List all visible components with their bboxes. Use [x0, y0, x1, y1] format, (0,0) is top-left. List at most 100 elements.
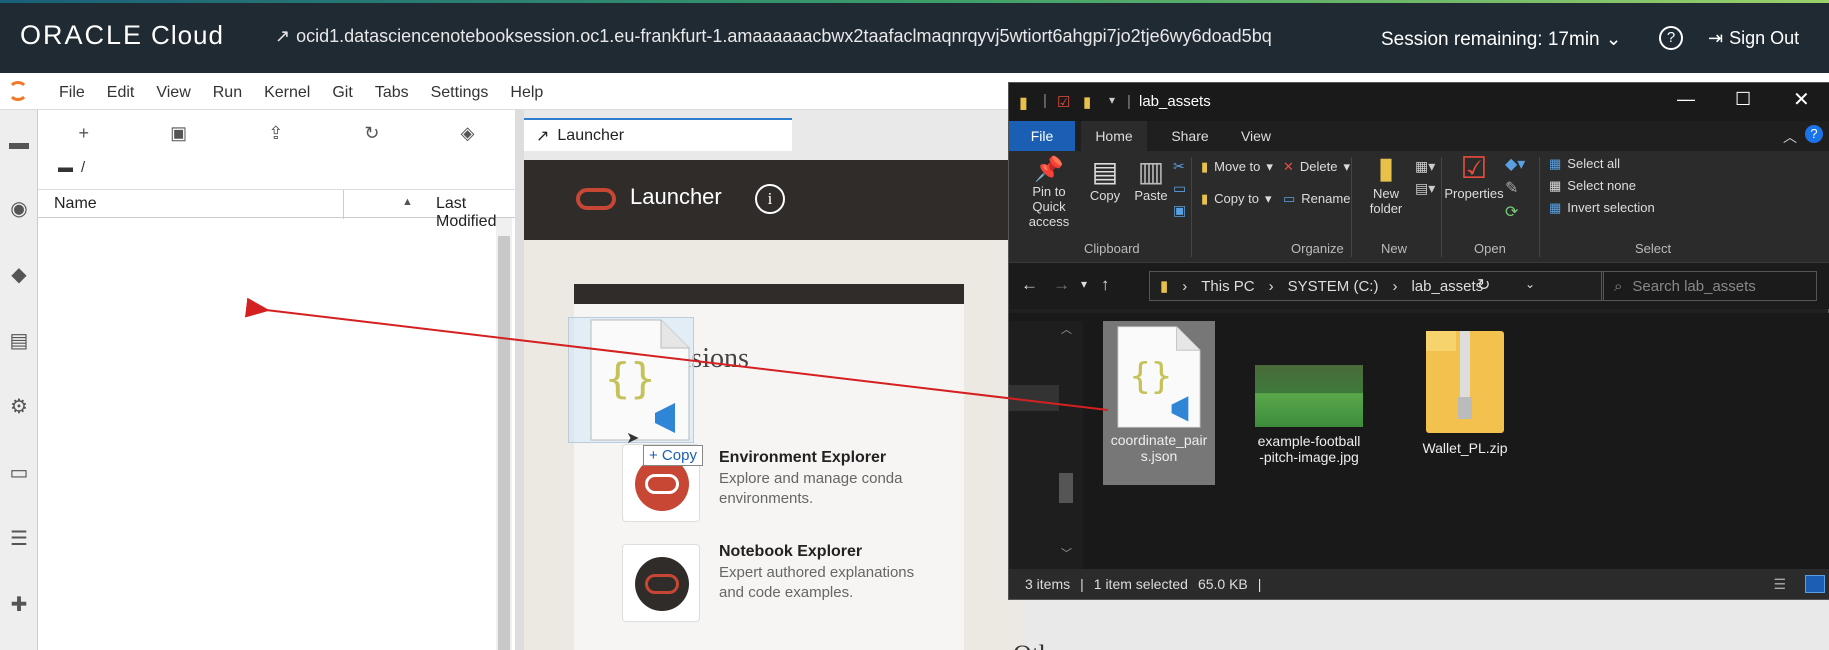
git-icon[interactable]: ◆ — [6, 262, 32, 288]
upload-icon[interactable]: ⇪ — [268, 123, 283, 144]
menu-run[interactable]: Run — [202, 84, 253, 102]
folder-icon[interactable]: ▬ — [6, 130, 32, 156]
menu-view[interactable]: View — [145, 84, 201, 102]
large-icons-view-icon[interactable] — [1805, 575, 1825, 593]
svg-text:{}: {} — [1130, 356, 1172, 397]
refresh-icon[interactable]: ↻ — [1477, 275, 1490, 295]
oracle-cloud-logo[interactable]: ORACLE Cloud — [20, 20, 224, 51]
nav-scrollbar-thumb[interactable] — [1059, 473, 1073, 503]
group-label-select: Select — [1635, 241, 1672, 256]
menu-settings[interactable]: Settings — [420, 84, 500, 102]
refresh-icon[interactable]: ↻ — [364, 123, 379, 144]
ocid-text: ocid1.datasciencenotebooksession.oc1.eu-… — [296, 26, 1272, 46]
tabs-icon[interactable]: ▭ — [6, 460, 32, 486]
delete-button[interactable]: ✕ Delete ▾ — [1283, 159, 1350, 175]
up-icon[interactable]: ↑ — [1101, 275, 1110, 295]
scrollbar-thumb[interactable] — [498, 236, 510, 650]
invert-selection-button[interactable]: ▦ Invert selection — [1549, 197, 1655, 219]
settings-gears-icon[interactable]: ⚙ — [6, 394, 32, 420]
property-inspector-icon[interactable]: ▤ — [6, 328, 32, 354]
tab-launcher[interactable]: ↗ Launcher — [524, 118, 792, 151]
pin-quick-access-button[interactable]: 📌 Pin to Quick access — [1015, 155, 1083, 229]
minimize-icon[interactable]: — — [1677, 89, 1695, 110]
breadcrumb[interactable]: ▬ / — [58, 159, 85, 176]
quick-access-dropdown-icon[interactable]: ▾ — [1109, 93, 1115, 107]
copy-button[interactable]: ▤ Copy — [1085, 155, 1125, 203]
new-folder-icon[interactable]: ▣ — [170, 123, 187, 144]
open-icons[interactable]: ◆▾ ✎ ⟳ — [1505, 153, 1525, 225]
notebook-explorer-title[interactable]: Notebook Explorer — [719, 543, 862, 561]
new-item-icons[interactable]: ▦▾ ▤▾ — [1415, 155, 1435, 199]
move-to-button[interactable]: ▮ Move to ▾ — [1201, 159, 1273, 175]
properties-button[interactable]: ☑ Properties — [1443, 151, 1505, 201]
file-item-json[interactable]: {} coordinate_pairs.json — [1103, 321, 1215, 485]
help-icon[interactable]: ? — [1659, 26, 1683, 50]
tab-home[interactable]: Home — [1081, 121, 1147, 151]
explorer-title-bar[interactable]: ▮ | ☑ ▮ ▾ | lab_assets — ☐ ✕ — [1009, 83, 1829, 121]
panel-resize-handle[interactable] — [515, 110, 524, 650]
scroll-up-icon[interactable]: ︿ — [1061, 321, 1072, 337]
file-list-area[interactable]: ︿ ﹀ {} coordinate_pairs.json example-foo… — [1009, 313, 1829, 569]
address-dropdown-icon[interactable]: ⌄ — [1525, 277, 1535, 291]
select-none-icon: ▦ — [1549, 178, 1562, 193]
menu-help[interactable]: Help — [499, 84, 554, 102]
menu-edit[interactable]: Edit — [96, 84, 146, 102]
file-item-zip[interactable]: Wallet_PL.zip — [1409, 321, 1521, 456]
running-stop-icon[interactable]: ◉ — [6, 196, 32, 222]
menu-file[interactable]: File — [48, 84, 96, 102]
column-divider[interactable] — [343, 190, 344, 219]
address-folder[interactable]: lab_assets — [1411, 278, 1483, 295]
invert-selection-icon: ▦ — [1549, 200, 1562, 215]
close-icon[interactable]: ✕ — [1793, 87, 1810, 112]
session-ocid[interactable]: ↗ ocid1.datasciencenotebooksession.oc1.eu… — [275, 26, 1272, 47]
file-name: coordinate_pairs.json — [1110, 432, 1208, 464]
title-separator: | — [1043, 92, 1047, 109]
environment-explorer-title[interactable]: Environment Explorer — [719, 449, 886, 467]
file-item-image[interactable]: example-football-pitch-image.jpg — [1253, 321, 1365, 465]
menu-tabs[interactable]: Tabs — [364, 84, 420, 102]
details-view-icon[interactable]: ☰ — [1773, 576, 1786, 593]
help-icon[interactable]: ? — [1805, 125, 1823, 143]
new-launcher-icon[interactable]: + — [79, 123, 90, 144]
activity-bar — [0, 110, 38, 650]
address-drive[interactable]: SYSTEM (C:) — [1288, 278, 1379, 295]
select-all-button[interactable]: ▦ Select all — [1549, 153, 1655, 175]
properties-quick-icon[interactable]: ☑ — [1057, 93, 1070, 111]
git-clone-icon[interactable]: ◈ — [461, 123, 475, 144]
sign-out-button[interactable]: ⇥ Sign Out — [1708, 28, 1799, 49]
tab-file[interactable]: File — [1009, 121, 1075, 151]
launcher-tab-icon: ↗ — [536, 127, 550, 145]
info-icon[interactable]: i — [755, 184, 785, 214]
file-explorer-window[interactable]: ▮ | ☑ ▮ ▾ | lab_assets — ☐ ✕ File Home S… — [1008, 82, 1829, 600]
extension-puzzle-icon[interactable]: ✚ — [6, 592, 32, 618]
nav-selected-item[interactable] — [1009, 385, 1059, 411]
new-folder-quick-icon[interactable]: ▮ — [1083, 93, 1091, 111]
sign-out-label: Sign Out — [1729, 28, 1800, 48]
copy-to-button[interactable]: ▮ Copy to ▾ — [1201, 191, 1272, 207]
rename-button[interactable]: ▭ Rename — [1283, 191, 1350, 207]
column-name[interactable]: Name — [54, 195, 97, 213]
maximize-icon[interactable]: ☐ — [1735, 89, 1751, 110]
file-list-scrollbar[interactable] — [496, 218, 512, 650]
back-icon[interactable]: ← — [1021, 275, 1038, 295]
address-this-pc[interactable]: This PC — [1201, 278, 1254, 295]
menu-git[interactable]: Git — [321, 84, 363, 102]
new-folder-button[interactable]: ▮ New folder — [1361, 151, 1411, 216]
recent-locations-icon[interactable]: ▾ — [1081, 277, 1087, 291]
select-none-button[interactable]: ▦ Select none — [1549, 175, 1655, 197]
search-box[interactable]: ⌕ Search lab_assets — [1601, 271, 1817, 301]
paste-button[interactable]: ▥ Paste — [1129, 155, 1173, 203]
notebook-explorer-icon[interactable] — [622, 544, 700, 622]
address-bar[interactable]: ▮ › This PC › SYSTEM (C:) › lab_assets — [1149, 271, 1604, 301]
table-of-contents-icon[interactable]: ☰ — [6, 526, 32, 552]
menu-kernel[interactable]: Kernel — [253, 84, 321, 102]
session-remaining[interactable]: Session remaining: 17min ⌄ — [1381, 28, 1622, 51]
scroll-down-icon[interactable]: ﹀ — [1061, 545, 1072, 561]
tab-share[interactable]: Share — [1157, 121, 1223, 151]
forward-icon[interactable]: → — [1053, 275, 1070, 295]
tab-view[interactable]: View — [1223, 121, 1289, 151]
navigation-pane[interactable] — [1009, 321, 1083, 569]
breadcrumb-root[interactable]: / — [81, 159, 85, 176]
collapse-ribbon-icon[interactable]: ︿ — [1783, 127, 1797, 147]
clipboard-small-icons[interactable]: ✂ ▭ ▣ — [1173, 155, 1186, 221]
